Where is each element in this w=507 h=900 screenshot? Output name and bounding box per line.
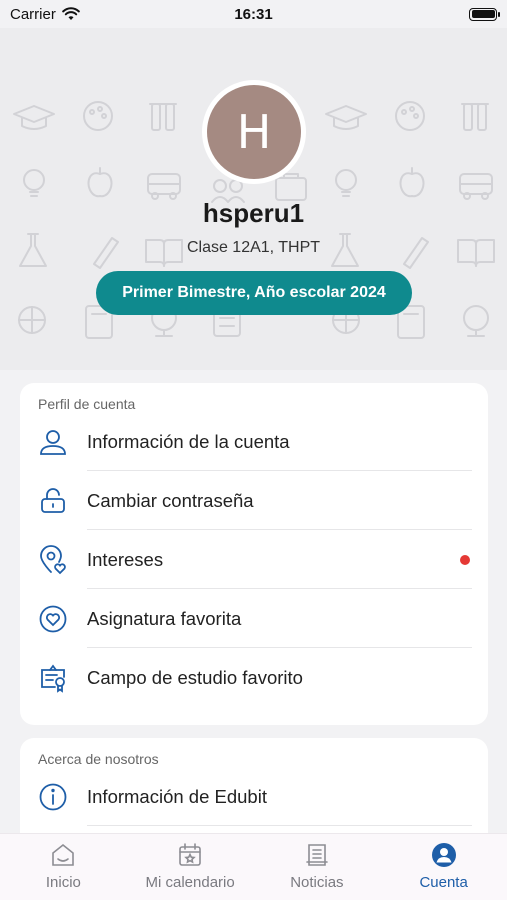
news-icon bbox=[306, 844, 328, 866]
menu-item-label: Campo de estudio favorito bbox=[87, 666, 303, 688]
academic-period-button[interactable]: Primer Bimestre, Año escolar 2024 bbox=[96, 271, 412, 315]
menu-item-account-info[interactable]: Información de la cuenta bbox=[20, 412, 488, 471]
tab-cuenta[interactable]: Cuenta bbox=[380, 834, 507, 900]
tab-label: Mi calendario bbox=[145, 874, 235, 891]
menu-item-interests[interactable]: Intereses bbox=[20, 530, 488, 589]
username: hsperu1 bbox=[202, 198, 305, 228]
divider bbox=[87, 825, 472, 826]
user-icon bbox=[40, 429, 66, 455]
menu-item-edubit-info[interactable]: Información de Edubit bbox=[20, 767, 488, 826]
tab-label: Inicio bbox=[45, 874, 81, 891]
tab-mi-calendario[interactable]: Mi calendario bbox=[127, 834, 254, 900]
menu-item-label: Asignatura favorita bbox=[87, 607, 242, 629]
battery-fill bbox=[471, 10, 495, 18]
menu-item-label: Información de la cuenta bbox=[87, 430, 290, 452]
notification-dot bbox=[460, 554, 470, 565]
menu-item-favorite-subject[interactable]: Asignatura favorita bbox=[20, 589, 488, 648]
tab-inicio[interactable]: Inicio bbox=[0, 834, 127, 900]
status-bar: Carrier 16:31 bbox=[0, 0, 507, 28]
avatar: H bbox=[207, 85, 301, 179]
certificate-icon bbox=[41, 664, 65, 693]
class-info: Clase 12A1, THPT bbox=[186, 239, 321, 256]
calendar-icon bbox=[179, 843, 201, 866]
bottom-tab-bar: Inicio Mi calendario Noticias Cuenta bbox=[0, 833, 507, 900]
lock-icon bbox=[41, 487, 65, 513]
info-icon bbox=[39, 783, 67, 810]
menu-item-label: Intereses bbox=[87, 548, 164, 570]
location-heart-icon bbox=[40, 544, 66, 574]
account-icon bbox=[431, 843, 456, 867]
carrier-label: Carrier bbox=[10, 5, 56, 23]
battery-icon bbox=[469, 7, 500, 21]
tab-label: Noticias bbox=[290, 874, 344, 891]
avatar-ring[interactable]: H bbox=[202, 80, 306, 184]
heart-icon bbox=[39, 605, 67, 632]
tab-noticias[interactable]: Noticias bbox=[254, 834, 381, 900]
status-left: Carrier bbox=[10, 6, 80, 23]
home-icon bbox=[52, 843, 75, 866]
tab-label: Cuenta bbox=[419, 874, 468, 891]
menu-item-label: Información de Edubit bbox=[87, 785, 267, 807]
account-profile-card: Perfil de cuenta Información de la cuent… bbox=[20, 383, 488, 725]
section-title: Perfil de cuenta bbox=[38, 396, 136, 412]
wifi-icon bbox=[62, 7, 80, 20]
section-title: Acerca de nosotros bbox=[38, 751, 159, 767]
profile-header: H hsperu1 Clase 12A1, THPT Primer Bimest… bbox=[0, 28, 507, 370]
menu-item-favorite-field[interactable]: Campo de estudio favorito bbox=[20, 648, 488, 707]
menu-item-change-password[interactable]: Cambiar contraseña bbox=[20, 471, 488, 530]
menu-item-label: Cambiar contraseña bbox=[87, 489, 254, 511]
